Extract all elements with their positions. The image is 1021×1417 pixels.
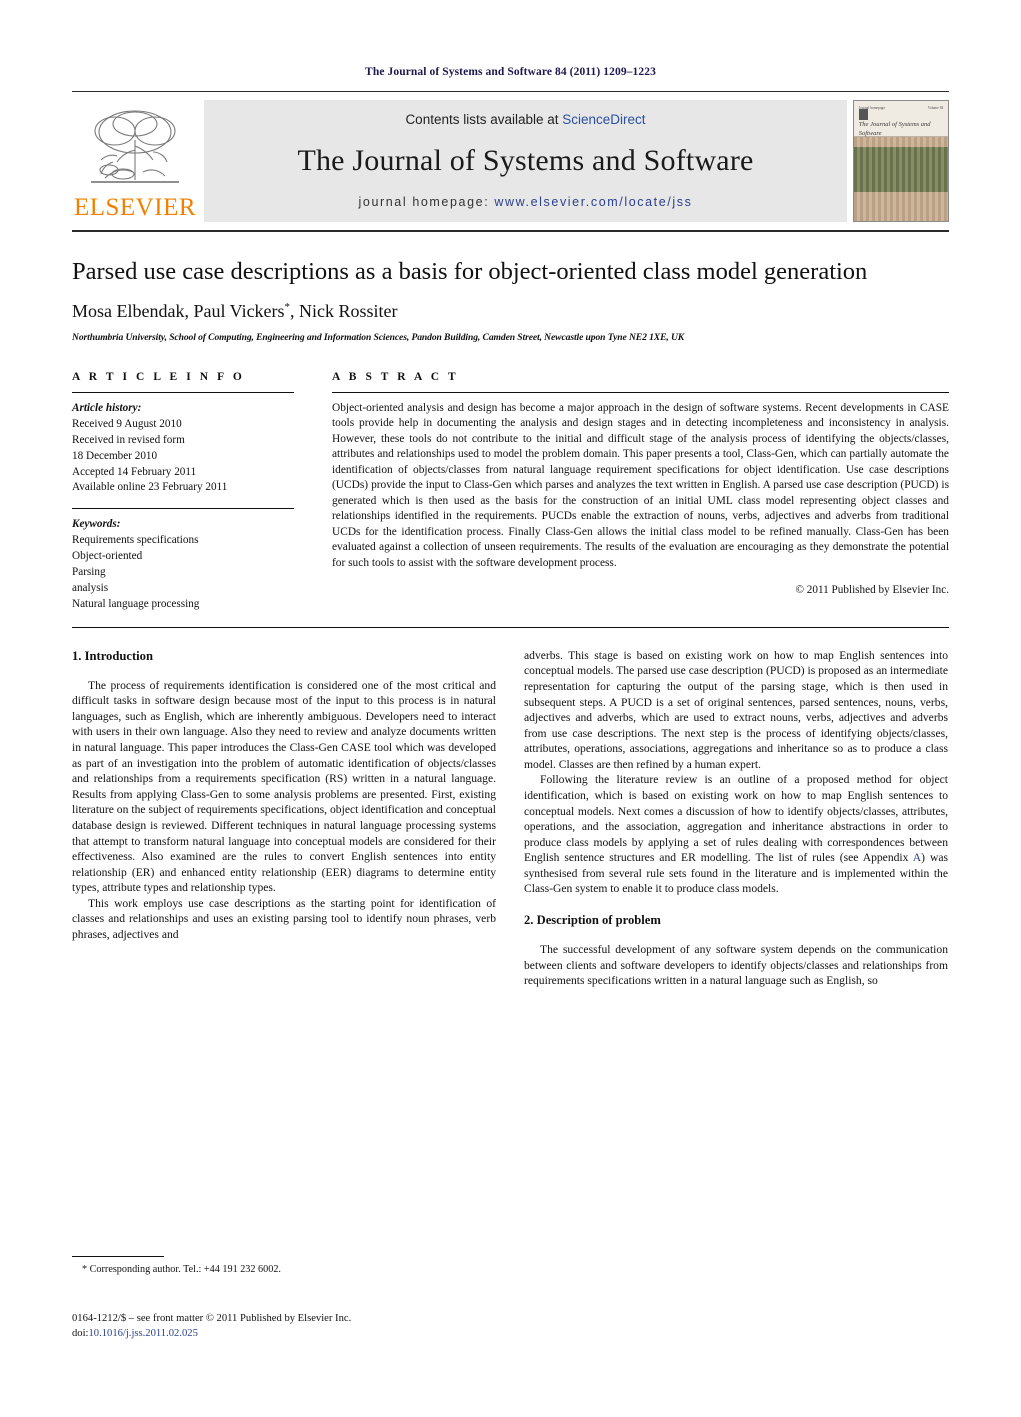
body-paragraph: The process of requirements identificati… [72, 678, 496, 895]
body-left-column: 1. Introduction The process of requireme… [72, 648, 496, 989]
page-title: Parsed use case descriptions as a basis … [72, 258, 868, 285]
issn-front-matter: 0164-1212/$ – see front matter © 2011 Pu… [72, 1313, 352, 1324]
elsevier-tree-icon [91, 110, 179, 183]
paragraph-text-before-link: Following the literature review is an ou… [524, 773, 948, 865]
cover-journal-title: The Journal of Systems and Software [858, 121, 931, 137]
doi-link[interactable]: 10.1016/j.jss.2011.02.025 [88, 1328, 197, 1339]
journal-cover-thumbnail: Journal homepage Volume 84 The Journal o… [853, 100, 949, 222]
journal-title: The Journal of Systems and Software [297, 144, 754, 177]
keyword-item: Object-oriented [72, 550, 143, 563]
title-block: Parsed use case descriptions as a basis … [72, 258, 949, 343]
affiliation: Northumbria University, School of Comput… [72, 331, 685, 343]
elsevier-logo: ELSEVIER [72, 100, 198, 222]
keyword-item: Requirements specifications [72, 534, 199, 547]
abstract-copyright: © 2011 Published by Elsevier Inc. [795, 584, 950, 597]
journal-homepage-line: journal homepage: www.elsevier.com/locat… [359, 195, 693, 209]
footnote-region: * Corresponding author. Tel.: +44 191 23… [72, 1256, 496, 1277]
abstract-label: A B S T R A C T [332, 370, 459, 383]
body-paragraph-with-link: Following the literature review is an ou… [524, 772, 948, 897]
history-item: Received 9 August 2010 [72, 417, 182, 430]
section-heading-description-of-problem: 2. Description of problem [524, 913, 661, 928]
author-list: Mosa Elbendak, Paul Vickers*, Nick Rossi… [72, 301, 949, 322]
keyword-item: analysis [72, 581, 109, 594]
paper-page: The Journal of Systems and Software 84 (… [0, 66, 1021, 1417]
cover-header-right: Volume 84 [927, 105, 944, 110]
journal-homepage-link[interactable]: www.elsevier.com/locate/jss [494, 195, 692, 209]
body-paragraph-continuation: adverbs. This stage is based on existing… [524, 648, 948, 771]
info-abstract-region: A R T I C L E I N F O Article history: R… [72, 371, 949, 613]
keyword-item: Natural language processing [72, 597, 200, 610]
history-item: Available online 23 February 2011 [72, 481, 228, 494]
cover-green-band [854, 146, 948, 193]
corresponding-author-note: * Corresponding author. Tel.: +44 191 23… [82, 1264, 281, 1275]
keywords-rule [72, 508, 294, 510]
footnote-rule [72, 1256, 164, 1257]
keywords-group: Keywords: Requirements specifications Ob… [72, 517, 294, 612]
abstract-rule [332, 391, 949, 393]
running-head: The Journal of Systems and Software 84 (… [365, 66, 656, 78]
doi-line: doi:10.1016/j.jss.2011.02.025 [72, 1327, 502, 1342]
article-history-group: Article history: Received 9 August 2010 … [72, 401, 294, 496]
masthead-top-rule [72, 91, 949, 92]
journal-band: Contents lists available at ScienceDirec… [204, 100, 847, 222]
keywords-label: Keywords: [72, 518, 121, 531]
history-item: Accepted 14 February 2011 [72, 465, 197, 478]
section-heading-introduction: 1. Introduction [72, 648, 153, 663]
journal-masthead: ELSEVIER Contents lists available at Sci… [72, 100, 949, 222]
cover-header-row: Journal homepage Volume 84 [859, 106, 944, 110]
keyword-item: Parsing [72, 566, 106, 579]
history-item: 18 December 2010 [72, 449, 158, 462]
abstract-text: Object-oriented analysis and design has … [332, 401, 949, 569]
sciencedirect-link[interactable]: ScienceDirect [562, 112, 645, 127]
body-paragraph: The successful development of any softwa… [524, 942, 948, 988]
body-right-column: adverbs. This stage is based on existing… [524, 648, 948, 989]
article-info-rule [72, 391, 294, 393]
abstract-column: A B S T R A C T Object-oriented analysis… [310, 371, 949, 613]
history-item: Received in revised form [72, 433, 185, 446]
cover-publisher-mark [858, 109, 868, 121]
article-history-label: Article history: [72, 401, 142, 414]
authors-part-one: Mosa Elbendak, Paul Vickers [72, 300, 285, 321]
abstract-bottom-rule [72, 626, 949, 628]
homepage-prefix: journal homepage: [358, 195, 495, 209]
body-paragraph: This work employs use case descriptions … [72, 896, 496, 941]
authors-part-two: , Nick Rossiter [290, 300, 398, 321]
elsevier-wordmark: ELSEVIER [73, 194, 197, 221]
masthead-bottom-rule [72, 230, 949, 232]
doi-prefix: doi: [72, 1327, 89, 1339]
front-matter-block: 0164-1212/$ – see front matter © 2011 Pu… [72, 1312, 502, 1342]
body-columns: 1. Introduction The process of requireme… [72, 648, 949, 989]
contents-prefix: Contents lists available at [405, 112, 563, 127]
article-info-label: A R T I C L E I N F O [72, 370, 245, 383]
appendix-a-link[interactable]: A [913, 851, 921, 864]
article-info-column: A R T I C L E I N F O Article history: R… [72, 371, 310, 613]
contents-available-line: Contents lists available at ScienceDirec… [405, 112, 645, 127]
